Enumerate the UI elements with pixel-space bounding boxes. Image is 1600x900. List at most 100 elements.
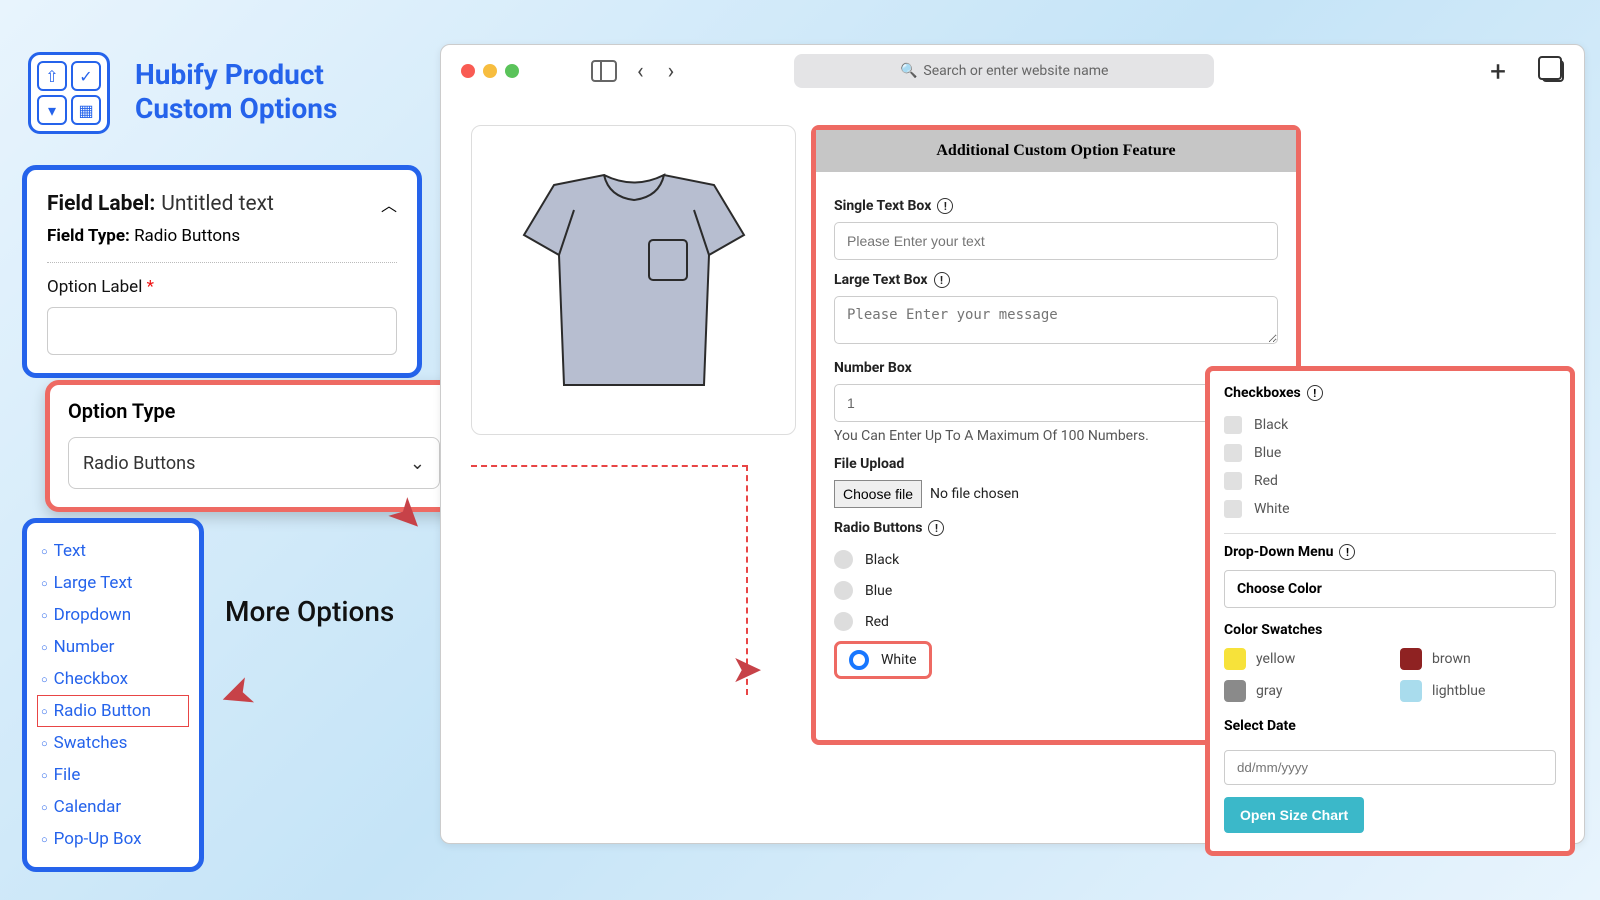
option-type-item[interactable]: ○Swatches — [37, 727, 189, 759]
option-type-item[interactable]: ○File — [37, 759, 189, 791]
logo-tile-upload-icon: ⇧ — [37, 61, 67, 91]
search-icon: 🔍 — [900, 63, 917, 79]
checkboxes-label: Checkboxes ! — [1224, 385, 1556, 401]
field-type-value: Radio Buttons — [134, 226, 240, 246]
bullet-icon: ○ — [41, 545, 48, 558]
divider — [47, 262, 397, 263]
bullet-icon: ○ — [41, 609, 48, 622]
field-label-value: Untitled text — [161, 192, 274, 216]
option-type-item[interactable]: ○Calendar — [37, 791, 189, 823]
window-controls[interactable] — [461, 64, 519, 78]
large-text-label: Large Text Box ! — [834, 272, 1278, 288]
swatch-color — [1400, 680, 1422, 702]
option-type-list: ○Text○Large Text○Dropdown○Number○Checkbo… — [22, 518, 204, 872]
product-image-card — [471, 125, 796, 435]
color-swatch-option[interactable]: yellow — [1224, 648, 1380, 670]
option-type-select[interactable]: Radio Buttons ⌄ — [68, 437, 440, 489]
divider — [1224, 533, 1556, 534]
logo-tile-dropdown-icon: ▾ — [37, 95, 67, 125]
single-text-input[interactable] — [834, 222, 1278, 260]
field-label-row[interactable]: Field Label: Untitled text ︿ — [47, 192, 397, 216]
arrow-icon: ➤ — [731, 647, 763, 692]
color-swatches-label: Color Swatches — [1224, 622, 1556, 638]
info-icon[interactable]: ! — [937, 198, 953, 214]
required-marker: * — [147, 277, 154, 297]
minimize-window-icon[interactable] — [483, 64, 497, 78]
more-options-label: More Options — [225, 595, 394, 628]
logo-tile-calendar-icon: ▦ — [71, 95, 101, 125]
option-type-item[interactable]: ○Dropdown — [37, 599, 189, 631]
forward-button[interactable]: › — [664, 59, 679, 84]
color-swatch-option[interactable]: brown — [1400, 648, 1556, 670]
arrow-icon: ➤ — [213, 665, 263, 724]
radio-icon — [834, 612, 853, 631]
tabs-overview-icon[interactable] — [1542, 60, 1564, 82]
color-swatch-option[interactable]: lightblue — [1400, 680, 1556, 702]
single-text-label: Single Text Box ! — [834, 198, 1278, 214]
option-type-selected: Radio Buttons — [83, 453, 195, 474]
bullet-icon: ○ — [41, 641, 48, 654]
open-size-chart-button[interactable]: Open Size Chart — [1224, 797, 1364, 833]
tshirt-icon — [494, 155, 774, 405]
field-type-row: Field Type: Radio Buttons — [47, 226, 397, 246]
feature-panel-header: Additional Custom Option Feature — [816, 130, 1296, 172]
new-tab-button[interactable]: + — [1490, 55, 1506, 88]
checkbox-icon — [1224, 472, 1242, 490]
option-type-item[interactable]: ○Number — [37, 631, 189, 663]
option-type-item[interactable]: ○Radio Button — [37, 695, 189, 727]
back-button[interactable]: ‹ — [633, 59, 648, 84]
bullet-icon: ○ — [41, 833, 48, 846]
sidebar-toggle-icon[interactable] — [591, 60, 617, 82]
checkbox-option[interactable]: Blue — [1224, 439, 1556, 467]
option-type-item[interactable]: ○Checkbox — [37, 663, 189, 695]
option-type-item[interactable]: ○Text — [37, 535, 189, 567]
color-swatch-option[interactable]: gray — [1224, 680, 1380, 702]
address-bar[interactable]: 🔍 Search or enter website name — [794, 54, 1214, 88]
swatch-color — [1224, 648, 1246, 670]
option-type-item[interactable]: ○Large Text — [37, 567, 189, 599]
swatch-color — [1400, 648, 1422, 670]
bullet-icon: ○ — [41, 673, 48, 686]
address-placeholder: Search or enter website name — [923, 63, 1108, 79]
close-window-icon[interactable] — [461, 64, 475, 78]
chevron-up-icon: ︿ — [381, 192, 397, 216]
option-type-caption: Option Type — [68, 399, 440, 423]
info-icon[interactable]: ! — [1339, 544, 1355, 560]
checkbox-option[interactable]: Red — [1224, 467, 1556, 495]
radio-option-selected[interactable]: White — [834, 641, 932, 679]
radio-icon — [834, 550, 853, 569]
info-icon[interactable]: ! — [1307, 385, 1323, 401]
chevron-down-icon: ⌄ — [410, 453, 425, 474]
dropdown-label: Drop-Down Menu ! — [1224, 544, 1556, 560]
bullet-icon: ○ — [41, 801, 48, 814]
option-type-item[interactable]: ○Pop-Up Box — [37, 823, 189, 855]
info-icon[interactable]: ! — [934, 272, 950, 288]
choose-file-button[interactable]: Choose file — [834, 480, 922, 508]
option-label-input[interactable] — [47, 307, 397, 355]
bullet-icon: ○ — [41, 577, 48, 590]
checkbox-option[interactable]: Black — [1224, 411, 1556, 439]
info-icon[interactable]: ! — [928, 520, 944, 536]
logo-tile-check-icon: ✓ — [71, 61, 101, 91]
option-label-caption: Option Label * — [47, 277, 397, 297]
file-status: No file chosen — [930, 486, 1019, 502]
radio-selected-icon — [849, 650, 869, 670]
field-label-caption: Field Label: — [47, 192, 155, 216]
dashed-connector — [471, 465, 748, 695]
bullet-icon: ○ — [41, 705, 48, 718]
radio-icon — [834, 581, 853, 600]
checkbox-icon — [1224, 444, 1242, 462]
bullet-icon: ○ — [41, 769, 48, 782]
large-text-input[interactable] — [834, 296, 1278, 344]
bullet-icon: ○ — [41, 737, 48, 750]
checkbox-icon — [1224, 416, 1242, 434]
checkbox-option[interactable]: White — [1224, 495, 1556, 523]
field-type-caption: Field Type: — [47, 226, 130, 246]
extra-options-panel: Checkboxes ! BlackBlueRedWhite Drop-Down… — [1205, 366, 1575, 856]
field-config-panel: Field Label: Untitled text ︿ Field Type:… — [22, 165, 422, 378]
maximize-window-icon[interactable] — [505, 64, 519, 78]
select-date-label: Select Date — [1224, 718, 1556, 734]
app-title: Hubify ProductCustom Options — [135, 58, 337, 125]
date-input[interactable] — [1224, 750, 1556, 785]
dropdown-select[interactable]: Choose Color — [1224, 570, 1556, 608]
